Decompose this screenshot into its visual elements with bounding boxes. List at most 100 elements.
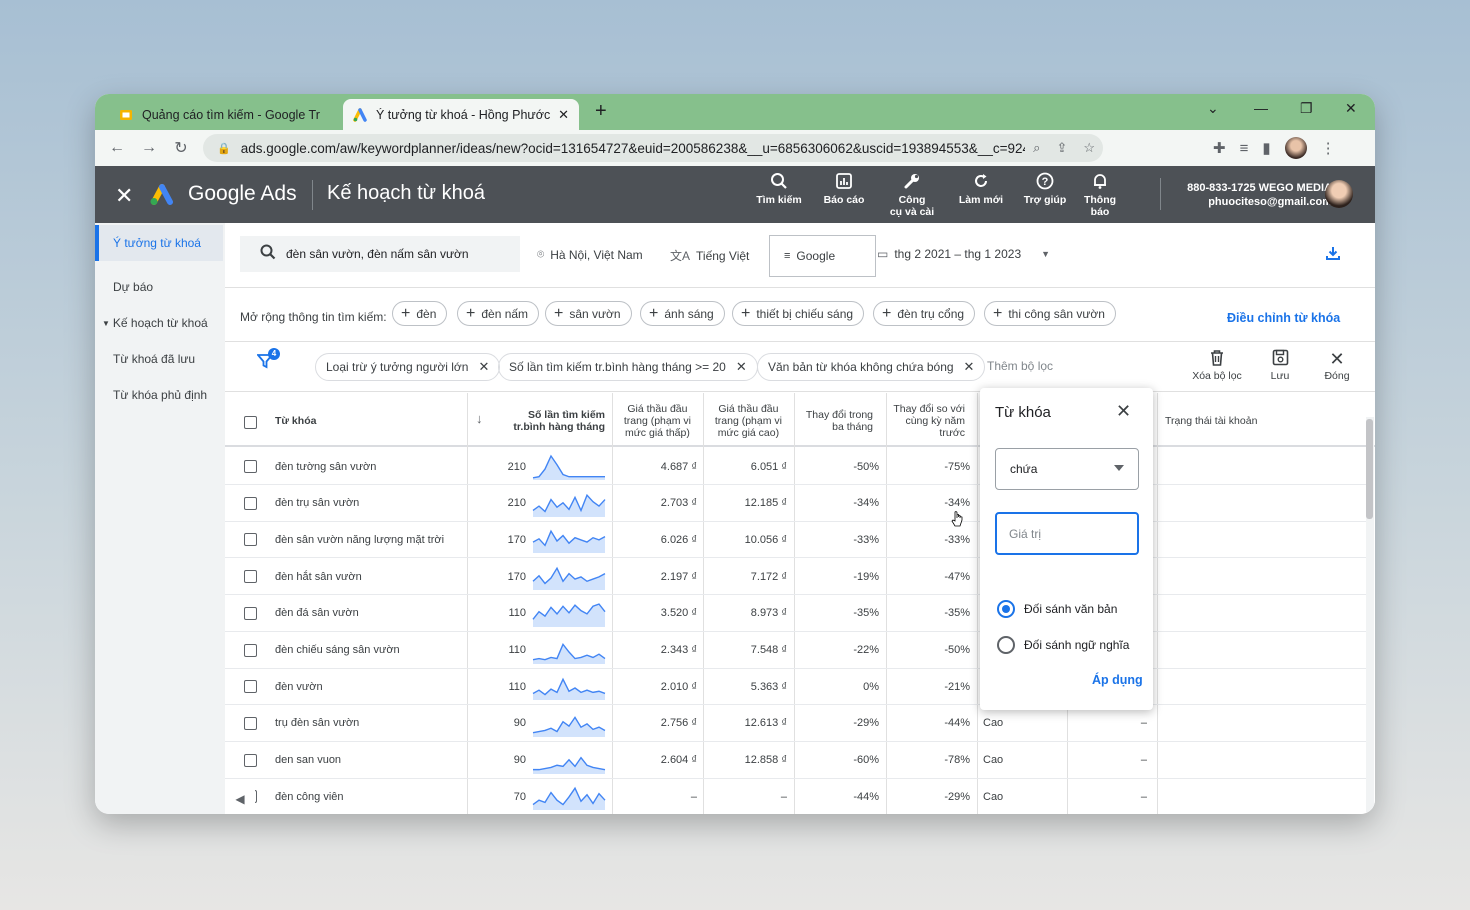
row-checkbox[interactable] [244, 570, 257, 584]
sidebar-item-keyword-ideas[interactable]: Ý tưởng từ khoá [95, 225, 223, 261]
row-checkbox[interactable] [244, 533, 257, 547]
table-row[interactable]: den san vuon 90 2.604 ₫ 12.858 ₫ -60% -78% Cao… [225, 742, 1367, 779]
table-row[interactable]: đèn trụ sân vườn 210 2.703 ₫ 12.185 ₫ -34% -3… [225, 485, 1367, 522]
table-row[interactable]: đèn đá sân vườn 110 3.520 ₫ 8.973 ₫ -35% -35% [225, 595, 1367, 632]
extensions-icon[interactable]: ✚ [1213, 139, 1226, 157]
scroll-left-icon[interactable]: ◀ [225, 783, 255, 814]
exact-text-match-radio[interactable] [997, 600, 1015, 618]
browser-tab-slides[interactable]: Quảng cáo tìm kiếm - Google Tr [109, 99, 341, 130]
date-range-selector[interactable]: ▭ thg 2 2021 – thg 1 2023 ▼ [877, 247, 1050, 261]
row-checkbox[interactable] [244, 643, 257, 657]
close-filters-button[interactable]: ✕ Đóng [1317, 349, 1357, 382]
yoy-cell: -35% [944, 607, 970, 620]
column-header-yoy-change[interactable]: Thay đổi so với cùng kỳ năm trước [885, 395, 965, 447]
sidebar-item-saved-keywords[interactable]: Từ khoá đã lưu [95, 341, 223, 377]
sort-down-icon[interactable]: ↓ [476, 411, 483, 426]
sidebar-item-negative-keywords[interactable]: Từ khóa phủ định [95, 377, 223, 413]
location-selector[interactable]: ⌾ Hà Nội, Việt Nam [537, 247, 643, 262]
save-filters-button[interactable]: Lưu [1260, 349, 1300, 382]
remove-filter-icon[interactable]: ✕ [964, 359, 975, 375]
search-icon [260, 244, 276, 265]
column-header-avg-searches[interactable]: Số lần tìm kiếm tr.bình hàng tháng [497, 395, 605, 447]
row-checkbox[interactable] [244, 753, 257, 767]
clear-filters-button[interactable]: Xóa bộ lọc [1185, 349, 1249, 382]
language-selector[interactable]: 文A Tiếng Việt [670, 247, 749, 264]
sidebar-item-forecast[interactable]: Dự báo [95, 269, 223, 305]
header-refresh-button[interactable]: Làm mới [953, 172, 1009, 206]
column-header-bid-low[interactable]: Giá thầu đầu trang (phạm vi mức giá thấp) [611, 395, 691, 447]
column-header-account-status[interactable]: Trạng thái tài khoản [1165, 395, 1335, 447]
filter-chip[interactable]: Văn bản từ khóa không chứa bóng ✕ [757, 353, 986, 381]
profile-avatar[interactable] [1284, 137, 1307, 159]
bid-low-cell: 2.343 ₫ [660, 644, 697, 656]
header-notifications-button[interactable]: Thông báo [1078, 172, 1122, 218]
column-header-bid-high[interactable]: Giá thầu đầu trang (phạm vi mức giá cao) [702, 395, 782, 447]
header-reports-button[interactable]: Báo cáo [818, 172, 870, 206]
refine-chip[interactable]: + thiết bị chiếu sáng [732, 301, 865, 326]
table-row[interactable]: đèn chiếu sáng sân vườn 110 2.343 ₫ 7.548 ₫… [225, 632, 1367, 669]
semantic-match-radio[interactable] [997, 636, 1015, 654]
table-row[interactable]: đèn vườn 110 2.010 ₫ 5.363 ₫ 0% -21% [225, 668, 1367, 706]
scrollbar-thumb[interactable] [1366, 419, 1373, 519]
row-checkbox[interactable] [244, 716, 257, 730]
table-row[interactable]: đèn tường sân vườn 210 4.687 ₫ 6.051 ₫ -50% -… [225, 448, 1367, 485]
restore-icon[interactable]: ❐ [1300, 100, 1313, 117]
reload-icon[interactable]: ↻ [165, 138, 197, 158]
back-icon[interactable]: ← [101, 139, 133, 157]
refine-chip[interactable]: + thi công sân vườn [984, 301, 1116, 326]
refine-chip[interactable]: + đèn [392, 301, 448, 326]
refine-chip[interactable]: + sân vườn [545, 301, 632, 326]
close-tab-icon[interactable]: ✕ [558, 107, 569, 123]
browser-menu-icon[interactable]: ⋮ [1321, 139, 1336, 157]
column-header-keyword[interactable]: Từ khóa [275, 395, 465, 447]
new-tab-button[interactable]: + [595, 100, 607, 123]
browser-tab-ads[interactable]: Ý tưởng từ khoá - Hồng Phước A ✕ [343, 99, 579, 130]
zoom-icon[interactable]: ⌕ [1033, 140, 1040, 156]
remove-filter-icon[interactable]: ✕ [478, 359, 489, 375]
adjust-keywords-link[interactable]: Điều chỉnh từ khóa [1227, 311, 1340, 325]
sidebar-item-keyword-plans[interactable]: ▼ Kế hoạch từ khoá [95, 305, 223, 341]
table-row[interactable]: đèn sân vườn năng lượng mặt trời 170 6.026… [225, 521, 1367, 559]
value-input[interactable] [995, 512, 1139, 555]
add-filter-input[interactable]: Thêm bộ lọc [987, 359, 1053, 373]
header-search-button[interactable]: Tìm kiếm [750, 172, 808, 206]
row-checkbox[interactable] [244, 606, 257, 620]
account-info[interactable]: 880-833-1725 WEGO MEDIA phuociteso@gmail… [1172, 181, 1332, 209]
table-row[interactable]: đèn công viên 70 – – -44% -29% Cao – [225, 778, 1367, 814]
avatar[interactable] [1325, 180, 1353, 208]
sparkline-area [533, 717, 605, 737]
bookmark-star-icon[interactable]: ☆ [1083, 140, 1095, 156]
keyword-search-input[interactable]: đèn sân vườn, đèn nấm sân vườn [240, 236, 520, 272]
table-row[interactable]: trụ đèn sân vườn 90 2.756 ₫ 12.613 ₫ -29% -44… [225, 705, 1367, 742]
row-checkbox[interactable] [244, 496, 257, 510]
tab-search-icon[interactable]: ⌄ [1207, 100, 1219, 117]
forward-icon[interactable]: → [133, 139, 165, 157]
download-icon[interactable] [1325, 245, 1341, 266]
header-help-button[interactable]: ? Trợ giúp [1021, 172, 1069, 206]
header-tools-button[interactable]: Công cụ và cài [883, 172, 941, 218]
refine-chip[interactable]: + đèn trụ cổng [873, 301, 976, 326]
minimize-icon[interactable]: — [1254, 100, 1268, 116]
url-bar[interactable]: 🔒 ads.google.com/aw/keywordplanner/ideas… [203, 134, 1103, 162]
network-selector[interactable]: ≡ Google [769, 235, 876, 277]
side-panel-icon[interactable]: ▮ [1262, 139, 1270, 157]
operator-select[interactable]: chứa [995, 448, 1139, 490]
reading-list-icon[interactable]: ≡ [1240, 140, 1249, 157]
row-checkbox[interactable] [244, 680, 257, 694]
calendar-icon: ▭ [877, 247, 889, 261]
row-checkbox[interactable] [244, 460, 257, 473]
column-header-three-month-change[interactable]: Thay đổi trong ba tháng [795, 395, 873, 447]
select-all-checkbox[interactable] [244, 416, 257, 429]
close-icon[interactable]: ✕ [1116, 401, 1131, 422]
competition-cell: Cao [983, 790, 1004, 803]
share-icon[interactable]: ⇪ [1056, 140, 1067, 156]
window-close-icon[interactable]: ✕ [1345, 100, 1357, 117]
filter-chip[interactable]: Loại trừ ý tưởng người lớn ✕ [315, 353, 501, 381]
filter-chip[interactable]: Số lần tìm kiếm tr.bình hàng tháng >= 20… [498, 353, 758, 381]
apply-button[interactable]: Áp dụng [1092, 673, 1143, 687]
table-row[interactable]: đèn hắt sân vườn 170 2.197 ₫ 7.172 ₫ -19% -47… [225, 558, 1367, 596]
close-planner-icon[interactable]: ✕ [115, 183, 133, 209]
refine-chip[interactable]: + đèn nấm [457, 301, 540, 326]
refine-chip[interactable]: + ánh sáng [640, 301, 725, 326]
remove-filter-icon[interactable]: ✕ [736, 359, 747, 375]
